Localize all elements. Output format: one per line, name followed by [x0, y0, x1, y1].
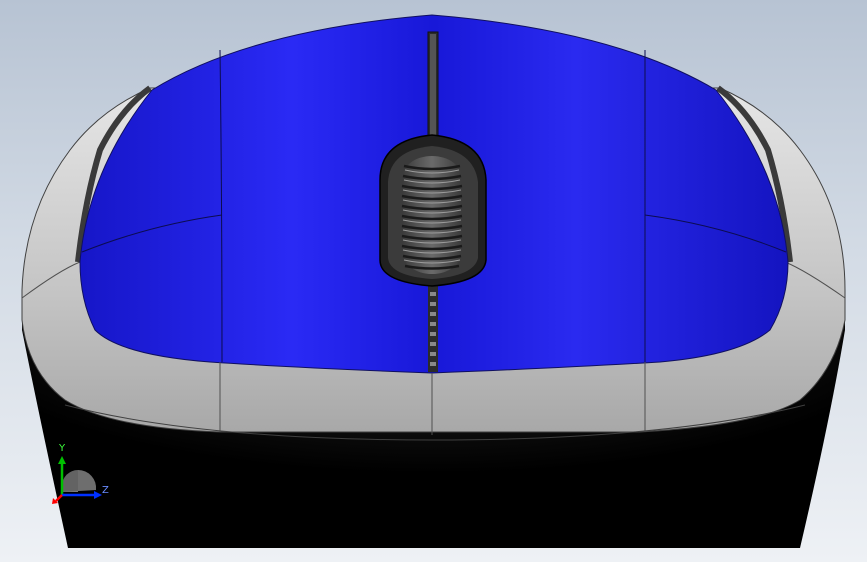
mouse-model[interactable] — [0, 0, 867, 562]
coordinate-triad: Y Z — [48, 440, 118, 510]
graphics-viewport[interactable]: Y Z — [0, 0, 867, 562]
scroll-wheel-icon — [379, 134, 487, 287]
triad-z-label: Z — [102, 485, 109, 496]
triad-y-label: Y — [59, 443, 66, 454]
